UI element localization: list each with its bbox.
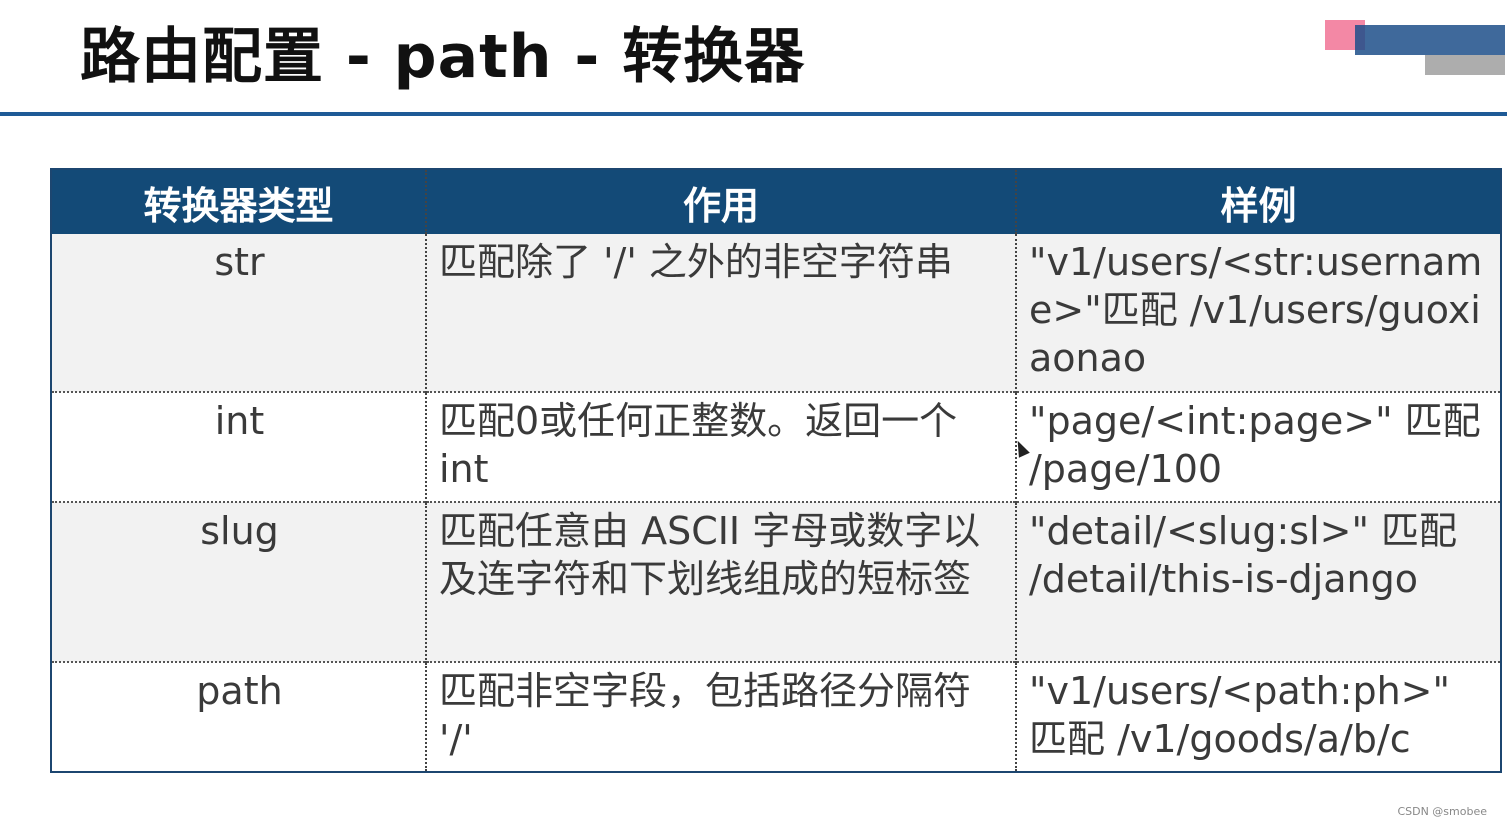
header-type: 转换器类型 (51, 169, 426, 234)
cell-example: "v1/users/<path:ph>" 匹配 /v1/goods/a/b/c (1015, 661, 1501, 772)
cell-type: int (51, 391, 426, 502)
watermark: CSDN @smobee (1397, 805, 1487, 818)
cell-type: str (51, 234, 426, 392)
table-row: path 匹配非空字段，包括路径分隔符 '/' "v1/users/<path:… (51, 661, 1501, 772)
cell-type: path (51, 661, 426, 772)
cell-example: "page/<int:page>" 匹配 /page/100 (1015, 391, 1501, 502)
cell-example: "detail/<slug:sl>" 匹配 /detail/this-is-dj… (1015, 501, 1501, 662)
cell-desc: 匹配非空字段，包括路径分隔符 '/' (425, 661, 1016, 772)
header-desc: 作用 (425, 169, 1016, 234)
cell-desc: 匹配0或任何正整数。返回一个int (425, 391, 1016, 502)
logo (1325, 15, 1507, 75)
table-row: slug 匹配任意由 ASCII 字母或数字以及连字符和下划线组成的短标签 "d… (51, 501, 1501, 662)
title-divider (0, 112, 1507, 116)
header-example: 样例 (1015, 169, 1501, 234)
cell-desc: 匹配任意由 ASCII 字母或数字以及连字符和下划线组成的短标签 (425, 501, 1016, 662)
table-row: int 匹配0或任何正整数。返回一个int "page/<int:page>" … (51, 391, 1501, 502)
cell-type: slug (51, 501, 426, 662)
slide-title: 路由配置 - path - 转换器 (80, 22, 806, 92)
cell-example: "v1/users/<str:username>"匹配 /v1/users/gu… (1015, 234, 1501, 392)
table-row: str 匹配除了 '/' 之外的非空字符串 "v1/users/<str:use… (51, 234, 1501, 392)
cell-desc: 匹配除了 '/' 之外的非空字符串 (425, 234, 1016, 392)
table-header-row: 转换器类型 作用 样例 (51, 169, 1501, 234)
converter-table: 转换器类型 作用 样例 str 匹配除了 '/' 之外的非空字符串 "v1/us… (50, 168, 1502, 773)
